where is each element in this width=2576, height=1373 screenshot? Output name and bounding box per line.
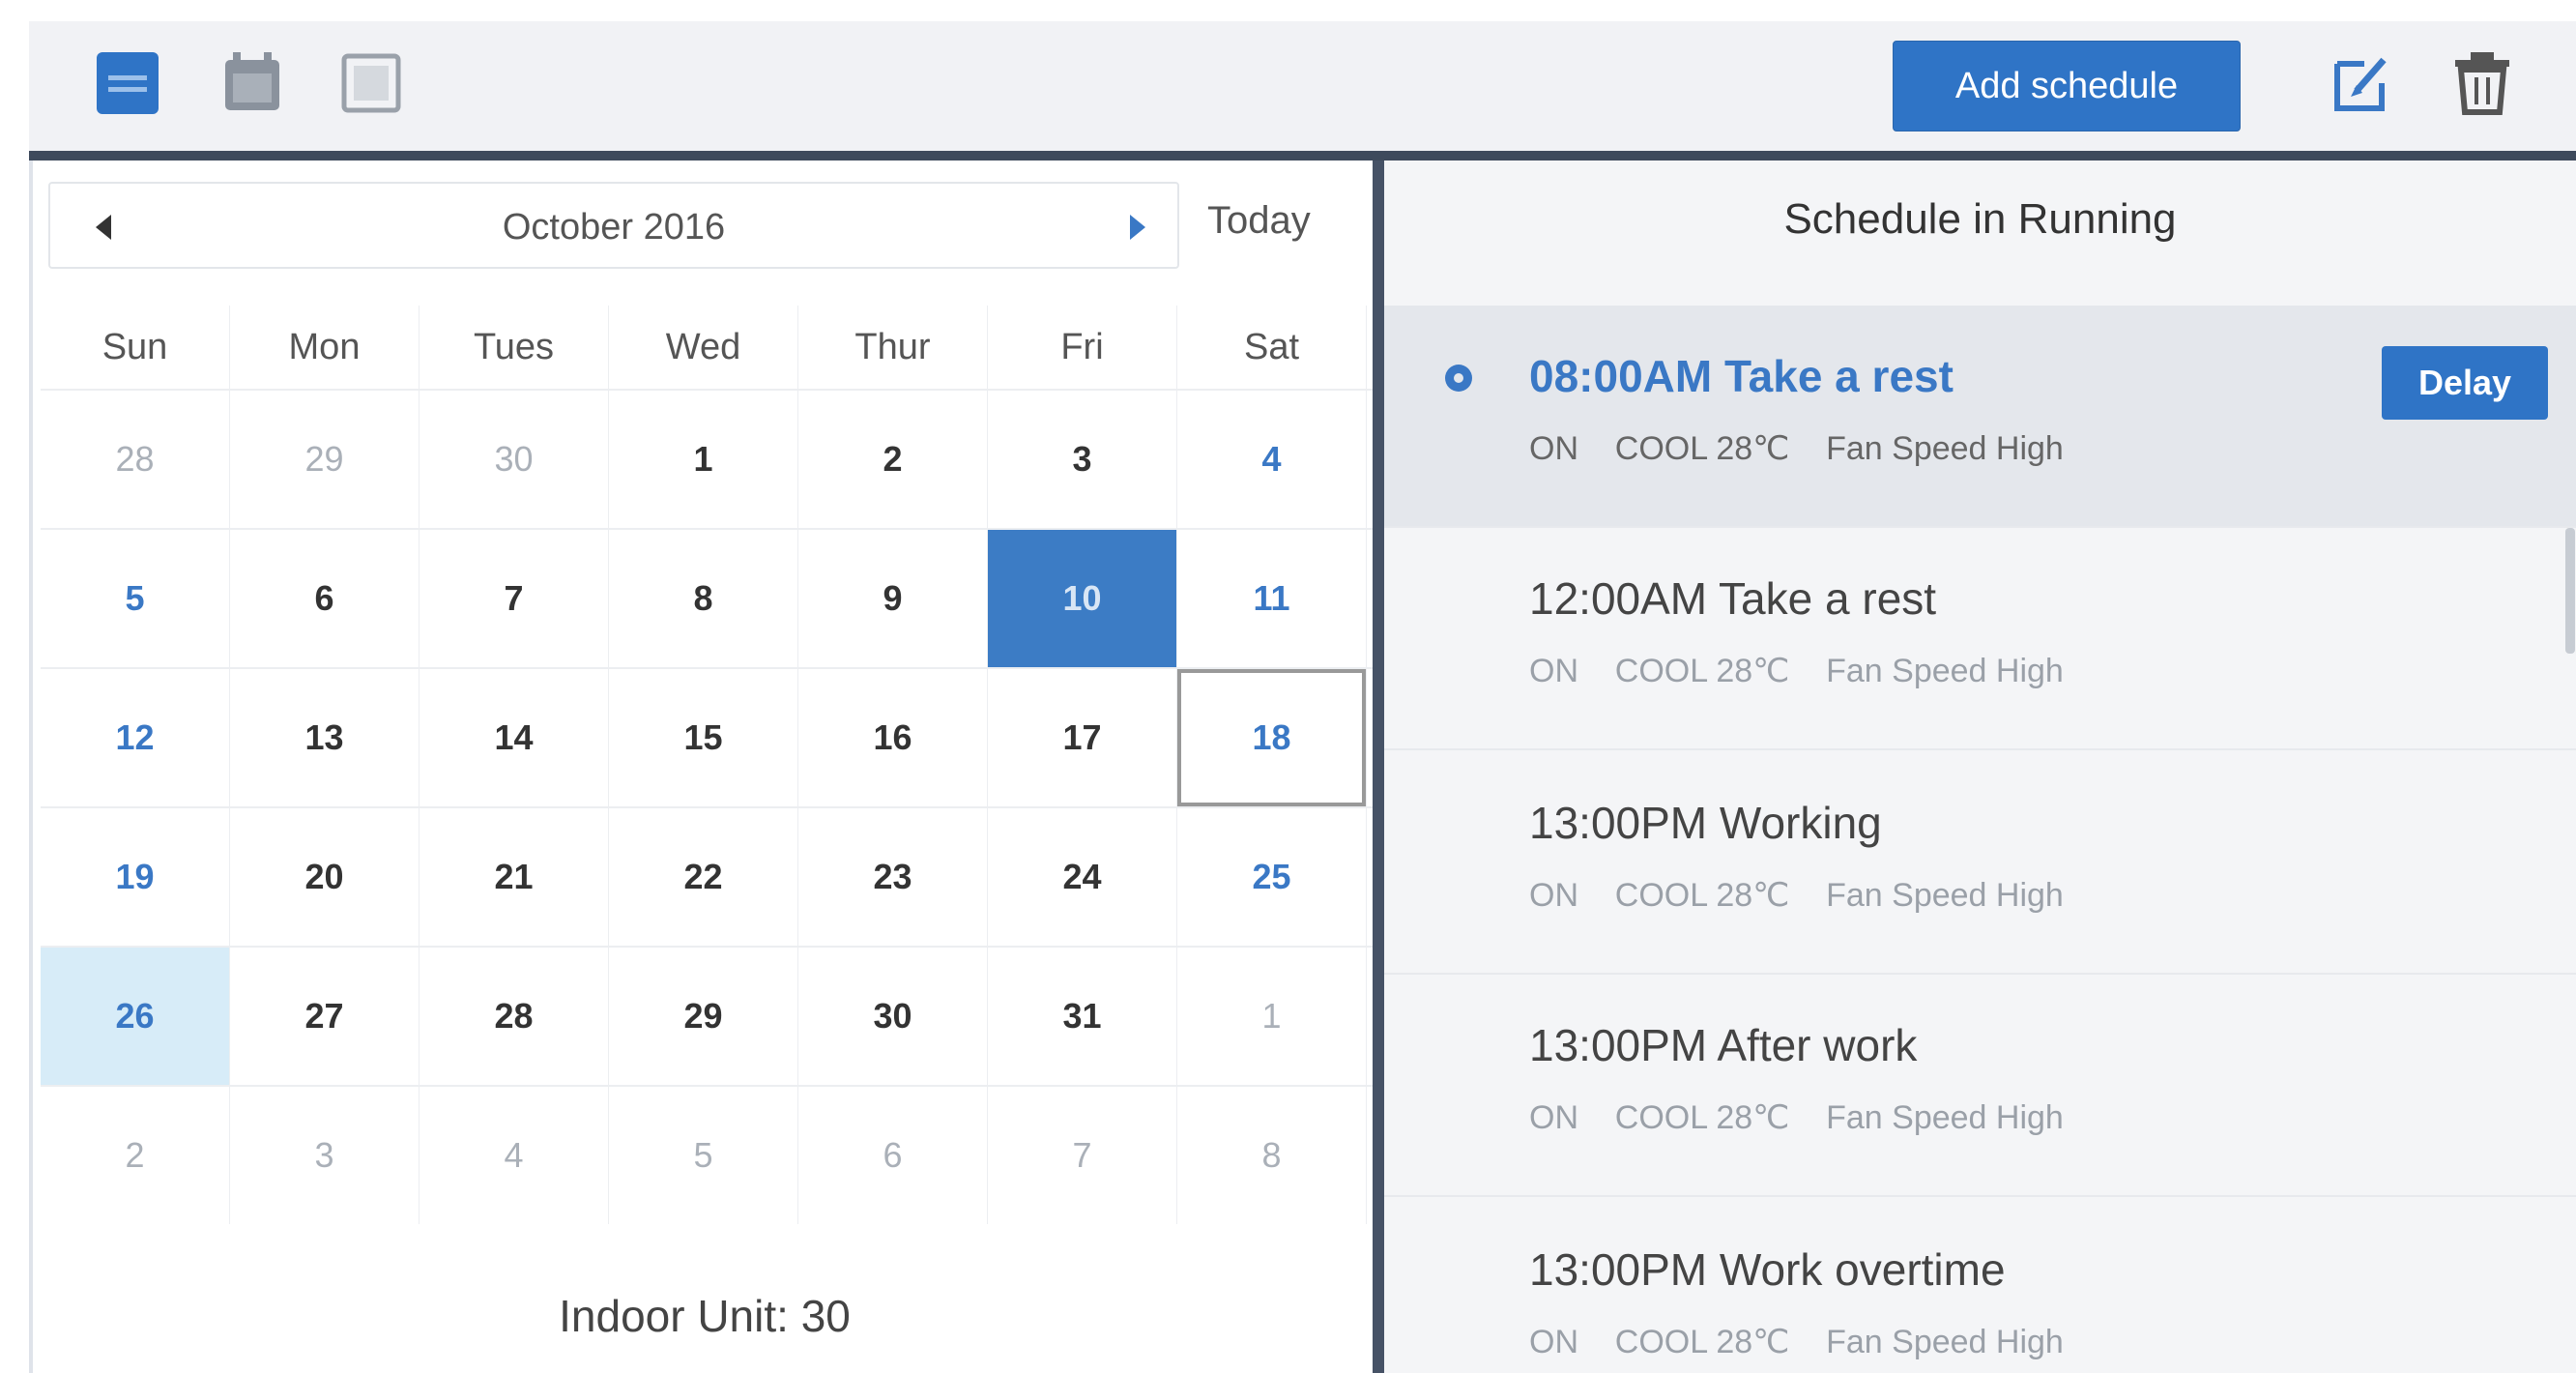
calendar-day[interactable]: 7 [420, 530, 609, 667]
calendar-day[interactable]: 8 [1177, 1087, 1367, 1224]
schedule-item-title: 13:00PM Working [1529, 798, 1882, 848]
calendar-day-outlined[interactable]: 18 [1177, 669, 1367, 806]
schedule-item[interactable]: 13:00PM After work ON COOL 28℃ Fan Speed… [1384, 975, 2576, 1197]
month-title: October 2016 [502, 207, 726, 248]
calendar-day[interactable]: 4 [420, 1087, 609, 1224]
calendar-day[interactable]: 27 [230, 948, 420, 1085]
calendar-grid: Sun Mon Tues Wed Thur Fri Sat 28 29 30 1… [41, 306, 1375, 1224]
calendar-day[interactable]: 2 [798, 391, 988, 528]
schedule-item-title: 12:00AM Take a rest [1529, 573, 1937, 624]
calendar-week: 19 20 21 22 23 24 25 [41, 806, 1375, 946]
calendar-day[interactable]: 6 [230, 530, 420, 667]
weekday-label: Sun [41, 306, 230, 389]
schedule-item[interactable]: 13:00PM Work overtime ON COOL 28℃ Fan Sp… [1384, 1199, 2576, 1373]
calendar-view-icon[interactable] [219, 50, 285, 116]
weekday-label: Sat [1177, 306, 1367, 389]
schedule-panel: Schedule in Running 08:00AM Take a rest … [1384, 161, 2576, 1373]
calendar-day-selected[interactable]: 10 [988, 530, 1177, 667]
calendar-day-today[interactable]: 26 [41, 948, 230, 1085]
calendar-day[interactable]: 6 [798, 1087, 988, 1224]
scheduler-window: Add schedule October 2016 Today Sun Mon … [29, 21, 2576, 1373]
calendar-day[interactable]: 5 [609, 1087, 798, 1224]
calendar-day[interactable]: 29 [609, 948, 798, 1085]
calendar-day[interactable]: 31 [988, 948, 1177, 1085]
calendar-day[interactable]: 5 [41, 530, 230, 667]
schedule-item-detail: ON COOL 28℃ Fan Speed High [1529, 877, 2064, 914]
grid-view-icon[interactable] [338, 50, 404, 116]
schedule-item-detail: ON COOL 28℃ Fan Speed High [1529, 1324, 2064, 1360]
weekday-label: Thur [798, 306, 988, 389]
calendar-day[interactable]: 28 [420, 948, 609, 1085]
schedule-item-title: 13:00PM Work overtime [1529, 1244, 2006, 1295]
scrollbar[interactable] [2565, 528, 2575, 654]
calendar-week: 5 6 7 8 9 10 11 [41, 528, 1375, 667]
calendar-day[interactable]: 20 [230, 808, 420, 946]
calendar-day[interactable]: 23 [798, 808, 988, 946]
toolbar-divider [29, 151, 2576, 161]
calendar-day[interactable]: 29 [230, 391, 420, 528]
calendar-day[interactable]: 28 [41, 391, 230, 528]
calendar-day[interactable]: 22 [609, 808, 798, 946]
calendar-day[interactable]: 7 [988, 1087, 1177, 1224]
today-button[interactable]: Today [1207, 199, 1311, 243]
calendar-day[interactable]: 3 [988, 391, 1177, 528]
calendar-day[interactable]: 2 [41, 1087, 230, 1224]
calendar-day[interactable]: 11 [1177, 530, 1367, 667]
calendar-day[interactable]: 4 [1177, 391, 1367, 528]
schedule-item-title: 08:00AM Take a rest [1529, 351, 1954, 401]
calendar-day[interactable]: 30 [420, 391, 609, 528]
caret-right-icon [1130, 215, 1145, 240]
calendar-day[interactable]: 25 [1177, 808, 1367, 946]
month-navigator: October 2016 [48, 182, 1179, 269]
list-view-icon[interactable] [95, 50, 160, 116]
weekday-label: Wed [609, 306, 798, 389]
calendar-day[interactable]: 24 [988, 808, 1177, 946]
calendar-day[interactable]: 3 [230, 1087, 420, 1224]
weekday-label: Mon [230, 306, 420, 389]
calendar-day[interactable]: 9 [798, 530, 988, 667]
calendar-day[interactable]: 14 [420, 669, 609, 806]
indoor-unit-label: Indoor Unit: 30 [559, 1291, 851, 1341]
weekday-label: Tues [420, 306, 609, 389]
schedule-item[interactable]: 13:00PM Working ON COOL 28℃ Fan Speed Hi… [1384, 752, 2576, 975]
calendar-day[interactable]: 13 [230, 669, 420, 806]
calendar-day[interactable]: 17 [988, 669, 1177, 806]
calendar-week: 26 27 28 29 30 31 1 [41, 946, 1375, 1085]
calendar-panel: October 2016 Today Sun Mon Tues Wed Thur… [29, 161, 1375, 1373]
weekday-label: Fri [988, 306, 1177, 389]
add-schedule-button[interactable]: Add schedule [1893, 41, 2241, 131]
calendar-week: 12 13 14 15 16 17 18 [41, 667, 1375, 806]
calendar-day[interactable]: 1 [609, 391, 798, 528]
calendar-week: 28 29 30 1 2 3 4 [41, 389, 1375, 528]
calendar-day[interactable]: 8 [609, 530, 798, 667]
calendar-day[interactable]: 30 [798, 948, 988, 1085]
panel-splitter[interactable] [1373, 161, 1384, 1373]
calendar-day[interactable]: 1 [1177, 948, 1367, 1085]
schedule-item[interactable]: 12:00AM Take a rest ON COOL 28℃ Fan Spee… [1384, 528, 2576, 750]
calendar-day[interactable]: 21 [420, 808, 609, 946]
delay-button[interactable]: Delay [2382, 346, 2548, 420]
schedule-panel-title: Schedule in Running [1783, 195, 2177, 243]
calendar-day[interactable]: 15 [609, 669, 798, 806]
calendar-day[interactable]: 12 [41, 669, 230, 806]
toolbar: Add schedule [29, 21, 2576, 152]
schedule-item-detail: ON COOL 28℃ Fan Speed High [1529, 430, 2064, 467]
weekday-header: Sun Mon Tues Wed Thur Fri Sat [41, 306, 1375, 389]
trash-icon[interactable] [2449, 50, 2515, 116]
schedule-item-title: 13:00PM After work [1529, 1020, 1918, 1070]
schedule-item-active[interactable]: 08:00AM Take a rest ON COOL 28℃ Fan Spee… [1384, 306, 2576, 528]
schedule-item-detail: ON COOL 28℃ Fan Speed High [1529, 653, 2064, 689]
calendar-day[interactable]: 16 [798, 669, 988, 806]
calendar-day[interactable]: 19 [41, 808, 230, 946]
schedule-item-detail: ON COOL 28℃ Fan Speed High [1529, 1099, 2064, 1136]
calendar-week: 2 3 4 5 6 7 8 [41, 1085, 1375, 1224]
next-month-button[interactable] [1114, 203, 1162, 251]
edit-icon[interactable] [2330, 50, 2395, 116]
running-indicator-icon [1445, 365, 1472, 392]
